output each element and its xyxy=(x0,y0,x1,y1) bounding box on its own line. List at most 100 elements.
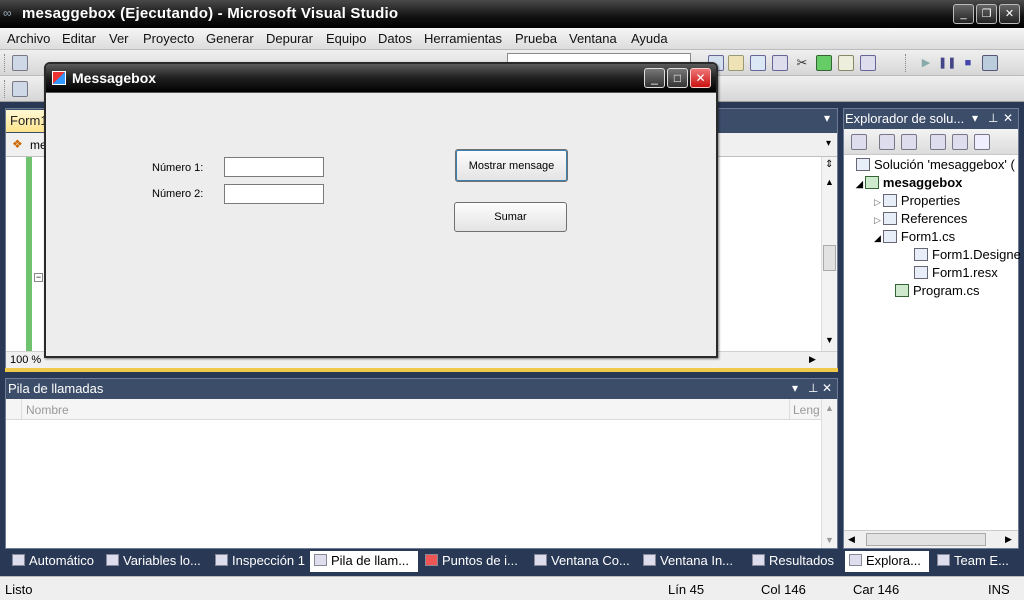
column-lenguaje[interactable]: Leng xyxy=(793,403,820,417)
pin-icon[interactable]: ⊥ xyxy=(808,381,818,395)
app-maximize-icon[interactable]: □ xyxy=(667,68,688,88)
tab-resultados[interactable]: Resultados xyxy=(748,551,834,572)
close-panel-icon[interactable]: ✕ xyxy=(1003,111,1013,125)
toolbox-icon[interactable] xyxy=(750,55,766,71)
zoom-level[interactable]: 100 % xyxy=(10,354,41,366)
collapsed-icon[interactable]: ▷ xyxy=(874,197,881,207)
menu-datos[interactable]: Datos xyxy=(378,31,412,46)
stop-icon[interactable]: ■ xyxy=(960,55,976,71)
new-project-icon[interactable] xyxy=(12,55,28,71)
object-browser-icon[interactable] xyxy=(728,55,744,71)
properties-icon[interactable] xyxy=(851,134,867,150)
call-stack-icon xyxy=(314,554,327,566)
command-window-icon[interactable] xyxy=(860,55,876,71)
scroll-up-icon[interactable]: ▲ xyxy=(825,177,834,187)
export-icon[interactable] xyxy=(816,55,832,71)
collapse-icon[interactable]: − xyxy=(34,273,43,282)
menu-proyecto[interactable]: Proyecto xyxy=(143,31,194,46)
menu-editar[interactable]: Editar xyxy=(62,31,96,46)
restart-icon[interactable] xyxy=(982,55,998,71)
call-stack-scrollbar[interactable]: ▲ ▼ xyxy=(821,399,837,548)
app-close-icon[interactable]: ✕ xyxy=(690,68,711,88)
tab-ventana-inmediato[interactable]: Ventana In... xyxy=(639,551,733,572)
layout-icon[interactable] xyxy=(12,81,28,97)
call-stack-header: Nombre Leng xyxy=(6,399,837,420)
tree-item-references[interactable]: ▷ References xyxy=(874,211,967,226)
status-bar: Listo Lín 45 Col 146 Car 146 INS xyxy=(0,576,1024,600)
tab-pila-llamadas[interactable]: Pila de llam... xyxy=(310,551,418,572)
scroll-thumb[interactable] xyxy=(823,245,836,271)
toolbar-grip[interactable] xyxy=(4,80,7,98)
collapsed-icon[interactable]: ▷ xyxy=(874,215,881,225)
scroll-right-icon[interactable]: ▶ xyxy=(1005,534,1012,545)
editor-vertical-scrollbar[interactable]: ⇕ ▲ ▼ xyxy=(821,157,837,351)
menu-prueba[interactable]: Prueba xyxy=(515,31,557,46)
menu-herramientas[interactable]: Herramientas xyxy=(424,31,502,46)
continue-icon[interactable]: ▶ xyxy=(918,55,934,71)
menu-archivo[interactable]: Archivo xyxy=(7,31,50,46)
extension-icon[interactable] xyxy=(838,55,854,71)
scroll-right-icon[interactable]: ▶ xyxy=(809,354,816,365)
app-title-bar[interactable]: Messagebox _ □ ✕ xyxy=(46,64,716,92)
menu-depurar[interactable]: Depurar xyxy=(266,31,313,46)
numero1-input[interactable] xyxy=(224,157,324,177)
toolbar-grip[interactable] xyxy=(905,54,908,72)
call-stack-panel: Pila de llamadas ▾ ⊥ ✕ Nombre Leng ▲ ▼ xyxy=(5,378,838,549)
scroll-down-icon[interactable]: ▼ xyxy=(825,535,834,545)
scroll-left-icon[interactable]: ◀ xyxy=(848,534,855,545)
cs-file-icon xyxy=(895,284,909,297)
sumar-button[interactable]: Sumar xyxy=(454,202,567,232)
tree-item-program[interactable]: Program.cs xyxy=(895,283,979,298)
restore-icon[interactable]: ❐ xyxy=(976,4,997,24)
tab-ventana-comandos[interactable]: Ventana Co... xyxy=(530,551,630,572)
column-nombre[interactable]: Nombre xyxy=(26,403,69,417)
tab-dropdown-icon[interactable]: ▾ xyxy=(824,111,830,125)
close-icon[interactable]: ✕ xyxy=(999,4,1020,24)
member-dropdown-icon[interactable]: ▾ xyxy=(826,138,831,149)
dropdown-icon[interactable]: ▾ xyxy=(792,381,798,395)
tree-item-form1-designer[interactable]: Form1.Designe xyxy=(914,247,1021,262)
menu-equipo[interactable]: Equipo xyxy=(326,31,366,46)
menu-generar[interactable]: Generar xyxy=(206,31,254,46)
tab-variables-locales[interactable]: Variables lo... xyxy=(102,551,201,572)
tab-label: Ventana In... xyxy=(660,553,734,568)
dropdown-icon[interactable]: ▾ xyxy=(972,111,978,125)
expand-icon[interactable]: ◢ xyxy=(856,179,863,189)
menu-ayuda[interactable]: Ayuda xyxy=(631,31,668,46)
toolbar-grip[interactable] xyxy=(4,54,7,72)
tab-team-explorer[interactable]: Team E... xyxy=(933,551,1009,572)
mostrar-mensage-button[interactable]: Mostrar mensage xyxy=(455,149,568,182)
tab-explorador[interactable]: Explora... xyxy=(845,551,929,572)
minimize-icon[interactable]: _ xyxy=(953,4,974,24)
class-view-icon[interactable] xyxy=(772,55,788,71)
view-code-icon[interactable] xyxy=(930,134,946,150)
tab-puntos-interrupcion[interactable]: Puntos de i... xyxy=(421,551,518,572)
tab-automatico[interactable]: Automático xyxy=(8,551,94,572)
tree-item-form1-resx[interactable]: Form1.resx xyxy=(914,265,998,280)
solution-horizontal-scrollbar[interactable]: ◀ ▶ xyxy=(844,530,1018,548)
pin-icon[interactable]: ⊥ xyxy=(988,111,998,125)
menu-ventana[interactable]: Ventana xyxy=(569,31,617,46)
app-minimize-icon[interactable]: _ xyxy=(644,68,665,88)
scroll-up-icon[interactable]: ▲ xyxy=(825,403,834,413)
window-title-bar: ∞ mesaggebox (Ejecutando) - Microsoft Vi… xyxy=(0,0,1024,28)
menu-ver[interactable]: Ver xyxy=(109,31,129,46)
tree-item-properties[interactable]: ▷ Properties xyxy=(874,193,960,208)
refresh-icon[interactable] xyxy=(901,134,917,150)
tree-item-project[interactable]: ◢ mesaggebox xyxy=(856,175,962,190)
tab-inspeccion[interactable]: Inspección 1 xyxy=(211,551,305,572)
close-panel-icon[interactable]: ✕ xyxy=(822,381,832,395)
split-icon[interactable]: ⇕ xyxy=(825,159,833,170)
numero2-input[interactable] xyxy=(224,184,324,204)
tree-item-solution[interactable]: Solución 'mesaggebox' ( xyxy=(856,157,1015,172)
scroll-down-icon[interactable]: ▼ xyxy=(825,335,834,345)
tree-item-form1[interactable]: ◢ Form1.cs xyxy=(874,229,955,244)
view-designer-icon[interactable] xyxy=(952,134,968,150)
status-insert-mode: INS xyxy=(988,582,1010,597)
tools-icon[interactable]: ✂ xyxy=(794,55,810,71)
scroll-thumb[interactable] xyxy=(866,533,986,546)
show-all-files-icon[interactable] xyxy=(879,134,895,150)
expand-icon[interactable]: ◢ xyxy=(874,233,881,243)
pause-icon[interactable]: ❚❚ xyxy=(938,55,956,71)
class-diagram-icon[interactable] xyxy=(974,134,990,150)
